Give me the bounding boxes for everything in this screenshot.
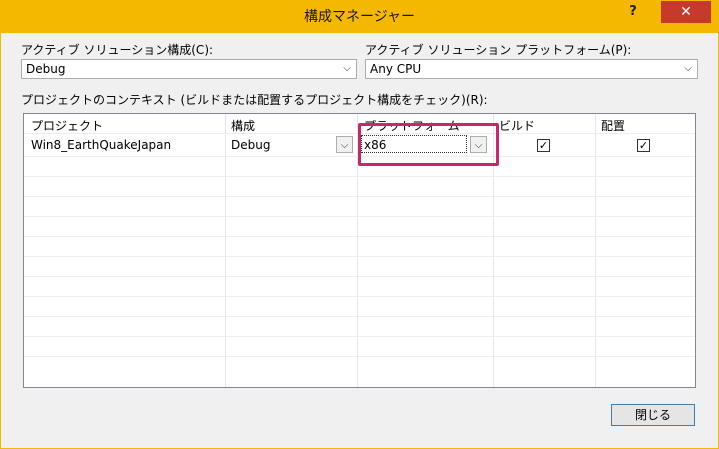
platform-highlight-box [358,123,499,166]
chevron-down-icon[interactable]: ⌵ [336,136,353,153]
active-solution-platform-dropdown[interactable]: Any CPU ⌵ [365,59,698,79]
project-name-cell[interactable]: Win8_EarthQuakeJapan [31,138,171,152]
checkmark-icon: ✓ [538,139,549,152]
project-contexts-label: プロジェクトのコンテキスト (ビルドまたは配置するプロジェクト構成をチェック)(… [21,93,488,107]
project-config-value: Debug [231,138,271,152]
row-divider [24,176,695,177]
active-solution-config-value: Debug [26,62,66,76]
row-divider [24,336,695,337]
window-title: 構成マネージャー [303,9,416,25]
window-close-button[interactable]: ✕ [661,1,711,23]
help-button[interactable]: ? [613,1,653,23]
header-project[interactable]: プロジェクト [31,117,103,134]
row-divider [24,196,695,197]
active-solution-config-dropdown[interactable]: Debug ⌵ [21,59,357,79]
chevron-down-icon: ⌵ [343,63,351,74]
row-divider [24,256,695,257]
header-configuration[interactable]: 構成 [231,117,255,134]
build-checkbox[interactable]: ✓ [537,139,550,152]
row-divider [24,276,695,277]
chevron-down-icon: ⌵ [684,63,692,74]
row-divider [24,356,695,357]
header-deploy[interactable]: 配置 [601,117,625,134]
row-divider [24,296,695,297]
close-dialog-button[interactable]: 閉じる [611,404,695,426]
active-solution-platform-value: Any CPU [370,62,422,76]
row-divider [24,316,695,317]
header-build[interactable]: ビルド [499,117,535,134]
checkmark-icon: ✓ [638,139,649,152]
row-divider [24,216,695,217]
active-solution-config-label: アクティブ ソリューション構成(C): [21,43,214,57]
active-solution-platform-label: アクティブ ソリューション プラットフォーム(P): [365,43,632,57]
configuration-manager-window: 構成マネージャー ? ✕ アクティブ ソリューション構成(C): Debug ⌵… [0,0,719,449]
project-config-dropdown[interactable]: Debug ⌵ [227,135,355,155]
row-divider [24,236,695,237]
deploy-checkbox[interactable]: ✓ [637,139,650,152]
